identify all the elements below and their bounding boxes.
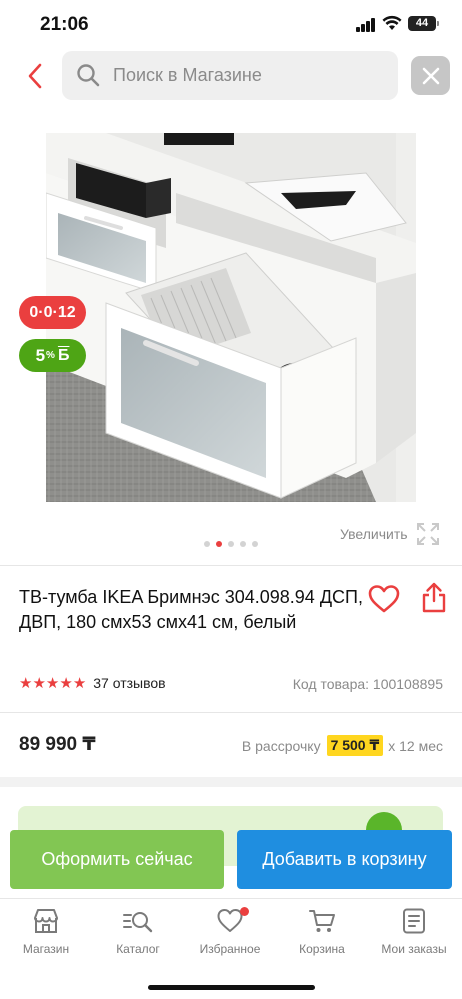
tab-label: Корзина (299, 942, 345, 956)
reviews-count[interactable]: 37 отзывов (93, 675, 165, 691)
chevron-left-icon (28, 63, 42, 89)
product-code: Код товара: 100108895 (292, 676, 443, 692)
pagination-dot[interactable] (204, 541, 210, 547)
zoom-button[interactable]: Увеличить (340, 520, 440, 548)
search-icon (77, 64, 100, 87)
tab-label: Магазин (22, 942, 70, 956)
star-icon: ★ (45, 675, 60, 692)
star-icon: ★ (72, 675, 87, 692)
pagination-dot[interactable] (252, 541, 258, 547)
notification-dot (240, 907, 249, 916)
star-icon: ★ (32, 675, 46, 692)
favorite-heart-icon[interactable] (368, 584, 400, 614)
clear-search-button[interactable] (411, 56, 450, 95)
search-input[interactable]: Поиск в Магазине (62, 51, 398, 100)
tab-label: Мои заказы (381, 942, 447, 956)
installment-prefix: В рассрочку (241, 737, 321, 754)
installment-info[interactable]: В рассрочку 7 500 ₸ x 12 мес (242, 735, 443, 756)
star-icon: ★ (19, 675, 33, 692)
tab-cart[interactable]: Корзина (276, 907, 368, 956)
tab-orders[interactable]: Мои заказы (368, 907, 460, 956)
divider (0, 565, 462, 566)
product-price: 89 990 ₸ (19, 734, 96, 755)
zoom-label: Увеличить (340, 526, 408, 542)
installment-badge: 0·0·12 (19, 296, 86, 329)
bonus-badge: 5% Б (19, 339, 86, 372)
tab-favorites[interactable]: Избранное (184, 907, 276, 956)
home-indicator (148, 985, 315, 990)
battery-icon: 44 (408, 16, 436, 31)
battery-cap (437, 21, 439, 26)
search-placeholder: Поиск в Магазине (113, 65, 262, 85)
tab-store[interactable]: Магазин (0, 907, 92, 956)
star-rating: ★★★★★ (19, 674, 86, 692)
rating-row[interactable]: ★★★★★ 37 отзывов (19, 674, 166, 692)
signal-icon (356, 18, 376, 32)
pagination-dot[interactable] (240, 541, 246, 547)
status-time: 21:06 (40, 14, 89, 35)
wifi-icon (382, 15, 402, 30)
add-to-cart-button[interactable]: Добавить в корзину (237, 830, 452, 889)
store-icon (34, 909, 58, 933)
installment-suffix: x 12 мес (388, 737, 443, 754)
tab-label: Избранное (199, 942, 261, 956)
installment-monthly: 7 500 ₸ (326, 735, 384, 756)
gallery-pagination[interactable] (204, 541, 258, 547)
product-title: ТВ-тумба IKEA Бримнэс 304.098.94 ДСП, ДВ… (19, 587, 363, 632)
close-icon (422, 67, 439, 84)
product-image[interactable] (46, 133, 416, 502)
checkout-now-button[interactable]: Оформить сейчас (10, 830, 224, 889)
catalog-search-icon (123, 912, 153, 933)
section-separator (0, 777, 462, 787)
tab-catalog[interactable]: Каталог (92, 907, 184, 956)
pagination-dot[interactable] (228, 541, 234, 547)
bonus-percent-sign: % (46, 350, 55, 361)
bottom-tab-bar: Магазин Каталог Избранное Корзина Мои за… (0, 898, 462, 999)
expand-icon (416, 523, 439, 545)
product-photo (46, 133, 416, 502)
bonus-letter: Б (57, 346, 70, 364)
tab-label: Каталог (116, 942, 160, 956)
share-icon[interactable] (421, 581, 447, 613)
divider (0, 712, 462, 713)
cart-icon (309, 910, 335, 932)
back-button[interactable] (20, 58, 50, 94)
status-bar: 21:06 44 (0, 0, 462, 50)
orders-icon (403, 908, 425, 934)
bonus-percent: 5 (35, 345, 46, 365)
battery-level: 44 (415, 17, 429, 29)
pagination-dot[interactable] (216, 541, 222, 547)
star-icon: ★ (59, 675, 73, 692)
